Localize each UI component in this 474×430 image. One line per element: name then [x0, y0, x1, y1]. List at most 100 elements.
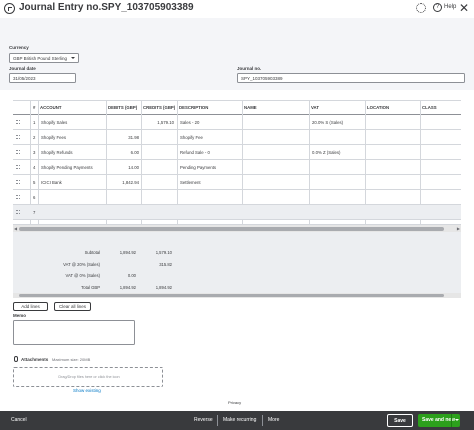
drag-handle-icon[interactable]: [16, 165, 20, 169]
journal-no-input[interactable]: SPY_103705903389: [237, 73, 465, 83]
attachment-dropzone[interactable]: Drag/Drop files here or click the icon: [13, 367, 163, 387]
row-number: 5: [33, 180, 36, 185]
col-header-class: CLASS: [422, 105, 437, 110]
vat20-credit: 315.82: [159, 262, 172, 267]
dropzone-text: Drag/Drop files here or click the icon: [58, 375, 120, 379]
subtotal-credit: 1,579.10: [155, 250, 172, 255]
help-icon[interactable]: ?: [433, 3, 442, 12]
row-debit[interactable]: 14.00: [128, 165, 139, 170]
more-button[interactable]: More: [268, 417, 279, 423]
drag-handle-icon[interactable]: [16, 180, 20, 184]
make-recurring-button[interactable]: Make recurring: [223, 417, 256, 423]
memo-label: Memo: [13, 313, 27, 318]
chevron-down-icon[interactable]: [451, 414, 460, 427]
col-header-description: DESCRIPTION: [179, 105, 209, 110]
table-row[interactable]: 1 Shopify Sales 1,579.10 Sales - 20 20.0…: [13, 115, 461, 130]
total-debit: 1,894.92: [119, 285, 136, 290]
row-account[interactable]: ICICI Bank: [41, 180, 62, 185]
row-number: 7: [33, 210, 36, 215]
scroll-right-icon[interactable]: ▶: [457, 226, 460, 231]
table-row[interactable]: 2 Shopify Fees 31.98 Shopify Fee: [13, 130, 461, 145]
col-header-num: #: [33, 105, 36, 110]
clear-all-lines-button[interactable]: Clear all lines: [54, 302, 91, 311]
vat20-label: VAT @ 20% (Sales): [63, 262, 100, 267]
row-number: 6: [33, 195, 36, 200]
table-row[interactable]: 5 ICICI Bank 1,842.94 Settlement: [13, 175, 461, 190]
gear-icon[interactable]: [416, 3, 426, 13]
journal-no-value: SPY_103705903389: [241, 76, 283, 81]
add-lines-button[interactable]: Add lines: [13, 302, 48, 311]
col-header-name: NAME: [244, 105, 257, 110]
row-account[interactable]: Shopify Pending Payments: [41, 165, 93, 170]
table-row[interactable]: 3 Shopify Refunds 6.00 Refund Sale - 0 0…: [13, 145, 461, 160]
col-header-location: LOCATION: [367, 105, 390, 110]
row-account[interactable]: Shopify Sales: [41, 120, 67, 125]
drag-handle-icon[interactable]: [16, 135, 20, 139]
privacy-link[interactable]: Privacy: [228, 400, 241, 405]
drag-handle-icon[interactable]: [16, 120, 20, 124]
table-row[interactable]: 7: [13, 205, 461, 220]
totals-scrollbar[interactable]: [13, 293, 461, 298]
row-description[interactable]: Sales - 20: [180, 120, 199, 125]
journal-date-value: 31/05/2023: [13, 76, 36, 81]
paperclip-icon: [14, 356, 18, 362]
save-button[interactable]: Save: [387, 414, 413, 427]
attachments-label: Attachments: [21, 357, 49, 362]
reverse-button[interactable]: Reverse: [194, 417, 213, 423]
row-description[interactable]: Settlement: [180, 180, 201, 185]
title-bar: Journal Entry no.SPY_103705903389 ? Help…: [0, 0, 474, 18]
row-description[interactable]: Shopify Fee: [180, 135, 203, 140]
total-credit: 1,894.92: [155, 285, 172, 290]
currency-select[interactable]: GBP British Pound Sterling: [9, 53, 79, 63]
chevron-down-icon: [71, 57, 75, 59]
journal-lines-grid: # ACCOUNT DEBITS (GBP) CREDITS (GBP) DES…: [13, 100, 461, 298]
totals-section: Subtotal 1,894.92 1,579.10 VAT @ 20% (Sa…: [13, 232, 461, 294]
drag-handle-icon[interactable]: [16, 210, 20, 214]
row-vat[interactable]: 20.0% S (Sales): [312, 120, 343, 125]
max-size-note: Maximum size: 20MB: [52, 357, 91, 362]
journal-date-input[interactable]: 31/05/2023: [9, 73, 76, 83]
grid-scrollbar[interactable]: ◀ ▶: [13, 225, 461, 232]
total-label: Total GBP: [81, 285, 100, 290]
row-number: 4: [33, 165, 36, 170]
col-header-debits: DEBITS (GBP): [108, 105, 138, 110]
save-and-new-button[interactable]: Save and new: [418, 414, 460, 427]
row-number: 3: [33, 150, 36, 155]
help-link[interactable]: Help: [444, 4, 456, 10]
journal-date-label: Journal date: [9, 66, 36, 71]
row-debit[interactable]: 6.00: [131, 150, 139, 155]
show-existing-link[interactable]: Show existing: [73, 388, 101, 393]
footer-divider: [262, 415, 263, 426]
footer-divider: [217, 415, 218, 426]
header-form: Currency GBP British Pound Sterling Jour…: [0, 18, 474, 90]
close-icon[interactable]: ✕: [459, 1, 469, 15]
row-account[interactable]: Shopify Fees: [41, 135, 66, 140]
row-vat[interactable]: 0.0% Z (Sales): [312, 150, 340, 155]
table-row[interactable]: 4 Shopify Pending Payments 14.00 Pending…: [13, 160, 461, 175]
subtotal-label: Subtotal: [84, 250, 100, 255]
cancel-button[interactable]: Cancel: [11, 417, 27, 423]
page-title: Journal Entry no.SPY_103705903389: [19, 2, 194, 13]
scroll-thumb[interactable]: [19, 226, 444, 231]
grid-header: # ACCOUNT DEBITS (GBP) CREDITS (GBP) DES…: [13, 101, 461, 115]
table-row[interactable]: 6: [13, 190, 461, 205]
drag-handle-icon[interactable]: [16, 150, 20, 154]
scroll-thumb[interactable]: [19, 294, 444, 297]
row-debit[interactable]: 31.98: [128, 135, 139, 140]
col-header-vat: VAT: [311, 105, 319, 110]
drag-handle-icon[interactable]: [16, 195, 20, 199]
row-number: 2: [33, 135, 36, 140]
scroll-left-icon[interactable]: ◀: [14, 226, 17, 231]
row-credit[interactable]: 1,579.10: [157, 120, 174, 125]
memo-textarea[interactable]: [13, 320, 135, 345]
col-header-credits: CREDITS (GBP): [143, 105, 176, 110]
currency-value: GBP British Pound Sterling: [13, 56, 67, 61]
row-debit[interactable]: 1,842.94: [122, 180, 139, 185]
row-description[interactable]: Refund Sale - 0: [180, 150, 210, 155]
row-account[interactable]: Shopify Refunds: [41, 150, 73, 155]
footer-bar: Cancel Reverse Make recurring More Save …: [0, 411, 474, 430]
history-icon[interactable]: [4, 3, 15, 14]
vat0-debit: 0.00: [127, 273, 136, 278]
row-description[interactable]: Pending Payments: [180, 165, 216, 170]
currency-label: Currency: [9, 45, 29, 50]
